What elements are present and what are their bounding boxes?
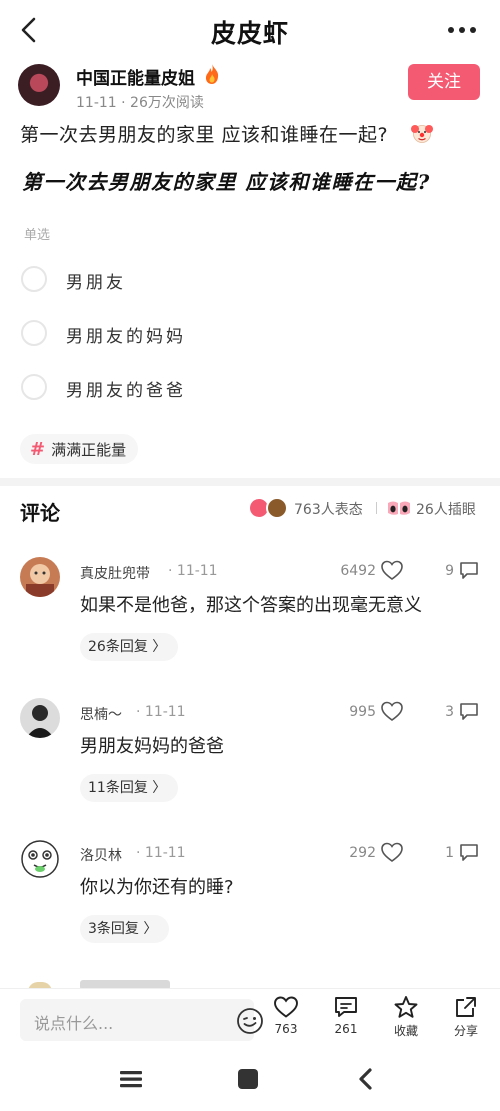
fire-icon xyxy=(205,64,219,84)
view-replies-button[interactable]: 26条回复 〉 xyxy=(80,633,179,661)
commenter-avatar[interactable] xyxy=(20,698,60,738)
meta-separator: · xyxy=(121,95,131,111)
post-date: 11-11 xyxy=(76,95,117,111)
hashtag-icon: # xyxy=(30,438,46,460)
bottom-action-bar: 说点什么... 763 261 收藏 分享 xyxy=(0,988,500,1050)
view-replies-button[interactable]: 3条回复 〉 xyxy=(80,915,170,943)
like-heart-icon[interactable] xyxy=(380,700,404,722)
comment-date-value: 11-11 xyxy=(144,704,186,720)
reply-count: 1 xyxy=(445,845,454,861)
like-count: 292 xyxy=(349,845,376,861)
view-count: 26万次阅读 xyxy=(130,95,204,111)
reply-bubble-icon[interactable] xyxy=(458,560,480,580)
commenter-avatar[interactable] xyxy=(20,557,60,597)
reply-bubble-icon[interactable] xyxy=(458,842,480,862)
post-image-text: 第一次去男朋友的家里 应该和谁睡在一起? xyxy=(22,170,431,194)
radio-button[interactable] xyxy=(21,374,47,400)
vote-option-label: 男朋友 xyxy=(66,273,126,293)
section-divider xyxy=(0,478,500,486)
reply-count: 3 xyxy=(445,704,454,720)
like-heart-icon[interactable] xyxy=(380,559,404,581)
like-count: 995 xyxy=(349,704,376,720)
home-square-icon[interactable] xyxy=(236,1067,260,1091)
favorite-label: 收藏 xyxy=(393,1024,418,1038)
like-heart-icon[interactable] xyxy=(380,841,404,863)
menu-icon[interactable] xyxy=(118,1068,144,1090)
comments-title: 评论 xyxy=(20,501,60,525)
vote-option[interactable]: 男朋友 xyxy=(0,254,500,308)
avatar-image-icon xyxy=(20,839,60,879)
comment-date: · 11-11 xyxy=(136,845,186,861)
star-icon xyxy=(394,996,418,1018)
clown-emoji-icon xyxy=(411,125,433,143)
comment-date: · 11-11 xyxy=(168,563,218,579)
comment-text: 如果不是他爸，那这个答案的出现毫无意义 xyxy=(80,595,422,616)
comment-text: 你以为你还有的睡? xyxy=(80,877,234,898)
comment-input-placeholder: 说点什么... xyxy=(34,1014,114,1033)
topic-tag[interactable]: # 满满正能量 xyxy=(20,434,139,464)
comment-date: · 11-11 xyxy=(136,704,186,720)
avatar-image-icon xyxy=(20,698,60,738)
comment-bubble-icon xyxy=(335,997,357,1017)
like-count: 6492 xyxy=(340,563,376,579)
post-title: 第一次去男朋友的家里 应该和谁睡在一起? xyxy=(20,124,389,146)
radio-button[interactable] xyxy=(21,266,47,292)
system-navigation-bar xyxy=(0,1050,500,1111)
eyes-icon xyxy=(388,501,410,515)
separator xyxy=(376,502,377,514)
reaction-count[interactable]: 763人表态 xyxy=(294,499,363,519)
reply-bubble-icon[interactable] xyxy=(458,701,480,721)
vote-option[interactable]: 男朋友的爸爸 xyxy=(0,362,500,416)
heart-icon xyxy=(274,996,298,1018)
follow-button[interactable]: 关注 xyxy=(408,64,480,100)
comment-count-label: 261 xyxy=(334,1022,358,1036)
commenter-name[interactable]: 思楠～ xyxy=(80,704,122,724)
author-name[interactable]: 中国正能量皮姐 xyxy=(76,64,195,89)
top-bar: 皮皮虾 xyxy=(0,0,500,60)
vote-option-label: 男朋友的爸爸 xyxy=(66,381,186,401)
more-options-button[interactable] xyxy=(444,18,480,42)
vote-option-label: 男朋友的妈妈 xyxy=(66,327,186,347)
reply-count: 9 xyxy=(445,563,454,579)
vote-option[interactable]: 男朋友的妈妈 xyxy=(0,308,500,362)
radio-button[interactable] xyxy=(21,320,47,346)
comment-text: 男朋友妈妈的爸爸 xyxy=(80,736,224,757)
avatar-image-icon xyxy=(20,557,60,597)
comment-input[interactable]: 说点什么... xyxy=(20,999,263,1041)
commenter-avatar[interactable] xyxy=(20,839,60,879)
comment-item: 思楠～ · 11-11 995 3 男朋友妈妈的爸爸 11条回复 〉 xyxy=(0,698,500,838)
more-dots-icon xyxy=(448,27,476,33)
emoji-icon[interactable] xyxy=(236,1007,264,1035)
pilot-cap-reaction-icon xyxy=(266,497,288,519)
share-icon xyxy=(456,997,476,1017)
comment-date-value: 11-11 xyxy=(176,563,218,579)
commenter-name[interactable]: 真皮肚兜带 xyxy=(80,563,150,583)
nav-back-icon[interactable] xyxy=(354,1067,378,1091)
page-title: 皮皮虾 xyxy=(210,19,289,48)
comment-item: 洛贝林 · 11-11 292 1 你以为你还有的睡? 3条回复 〉 xyxy=(0,839,500,979)
author-avatar[interactable] xyxy=(18,64,60,106)
post-detail-page: 皮皮虾 中国正能量皮姐 11-11 · 26万次阅读 关注 第一次去男朋友的家里… xyxy=(0,0,500,1111)
comment-item: 真皮肚兜带 · 11-11 6492 9 如果不是他爸，那这个答案的出现毫无意义… xyxy=(0,557,500,697)
share-action-button[interactable]: 分享 xyxy=(441,995,491,1047)
insert-count[interactable]: 26人插眼 xyxy=(416,499,476,519)
comment-action-button[interactable]: 261 xyxy=(321,995,371,1047)
post-meta: 11-11 · 26万次阅读 xyxy=(76,92,204,112)
favorite-action-button[interactable]: 收藏 xyxy=(381,995,431,1047)
like-action-button[interactable]: 763 xyxy=(261,995,311,1047)
view-replies-button[interactable]: 11条回复 〉 xyxy=(80,774,179,802)
commenter-name[interactable]: 洛贝林 xyxy=(80,845,122,865)
share-label: 分享 xyxy=(453,1024,478,1038)
comment-date-value: 11-11 xyxy=(144,845,186,861)
like-count-label: 763 xyxy=(274,1022,298,1036)
topic-tag-label: 满满正能量 xyxy=(51,440,127,459)
vote-type-label: 单选 xyxy=(24,228,51,243)
